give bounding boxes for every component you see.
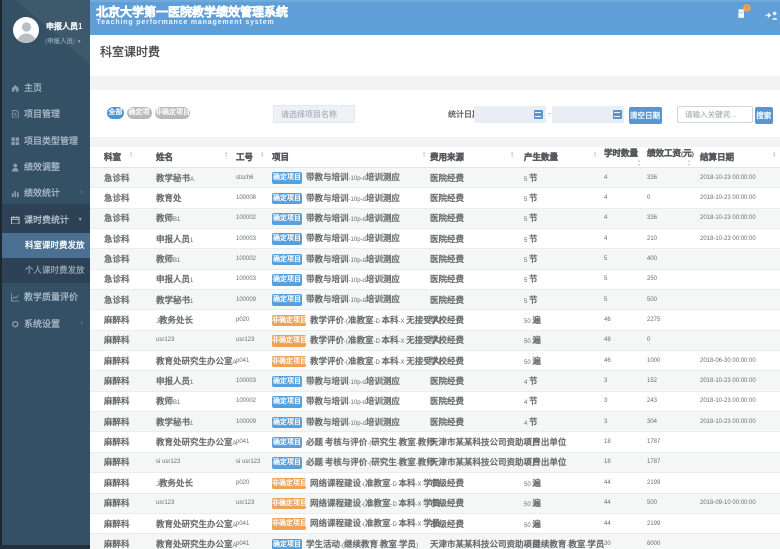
svg-text:?: ?	[745, 6, 749, 12]
